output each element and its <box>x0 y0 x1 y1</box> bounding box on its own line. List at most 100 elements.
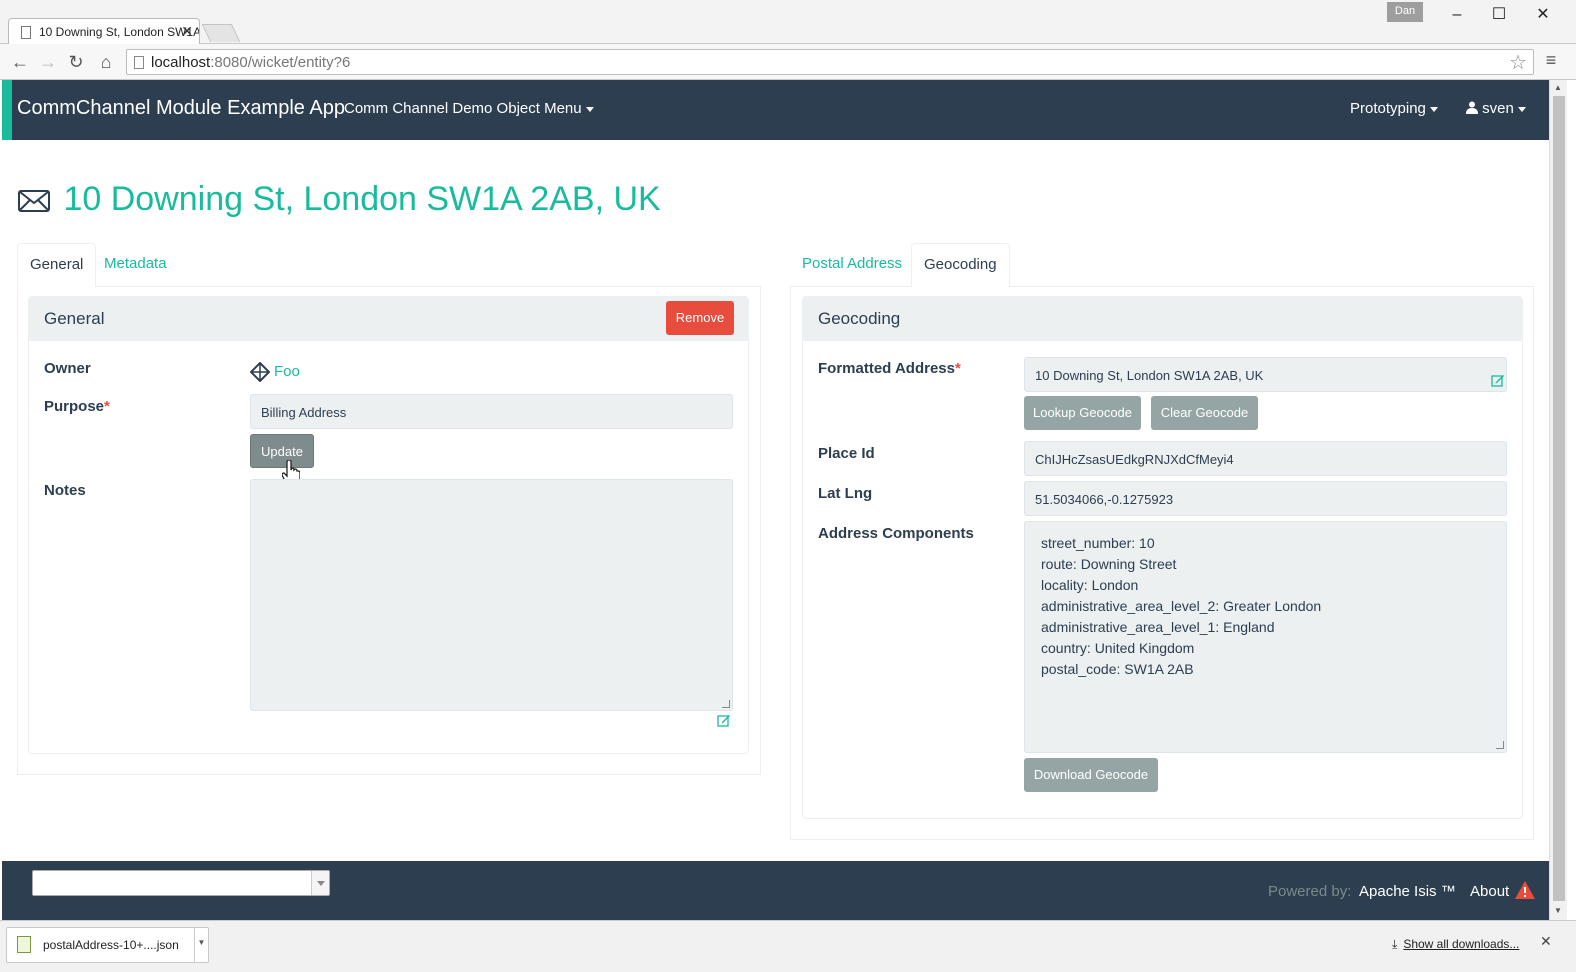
required-marker: * <box>104 398 110 415</box>
download-geocode-button[interactable]: Download Geocode <box>1024 758 1158 792</box>
download-item[interactable]: postalAddress-10+....json ▼ <box>6 927 209 963</box>
edit-icon[interactable] <box>1491 373 1505 387</box>
browser-menu-icon[interactable]: ≡ <box>1540 50 1562 74</box>
page-icon <box>21 26 31 39</box>
address-bar[interactable]: localhost:8080/wicket/entity?6 ☆ <box>126 49 1534 75</box>
user-menu-label: sven <box>1482 100 1514 117</box>
minimize-button[interactable]: – <box>1434 3 1480 27</box>
geocoding-panel-title: Geocoding <box>818 309 901 328</box>
tab-geocoding[interactable]: Geocoding <box>911 243 1010 288</box>
bookmark-star-icon[interactable]: ☆ <box>1509 50 1527 75</box>
edit-icon[interactable] <box>717 713 731 727</box>
show-all-downloads-link[interactable]: ⤓ Show all downloads... <box>1392 937 1519 952</box>
app-footer: Powered by: Apache Isis ™ About <box>2 861 1549 920</box>
profile-badge[interactable]: Dan <box>1387 2 1423 22</box>
lat-lng-field[interactable]: 51.5034066,-0.1275923 <box>1024 481 1507 516</box>
purpose-field[interactable]: Billing Address <box>250 394 733 429</box>
address-component-line: street_number: 10 <box>1041 535 1155 551</box>
formatted-address-label-text: Formatted Address <box>818 360 955 377</box>
purpose-label-text: Purpose <box>44 398 105 415</box>
left-tab-bar: General Metadata <box>17 243 761 288</box>
general-panel-title: General <box>44 309 105 328</box>
caret-down-icon <box>1429 106 1438 112</box>
url-host: localhost <box>151 54 211 71</box>
forward-arrow-icon[interactable]: → <box>36 50 60 74</box>
json-file-icon <box>17 936 31 953</box>
geocoding-panel-header: Geocoding <box>803 297 1522 341</box>
purpose-label: Purpose* <box>44 398 110 415</box>
address-component-line: locality: London <box>1041 577 1139 593</box>
prototyping-menu[interactable]: Prototyping <box>1350 100 1438 117</box>
required-marker: * <box>954 360 961 377</box>
browser-toolbar: ← → ↻ ⌂ localhost:8080/wicket/entity?6 ☆… <box>0 44 1576 80</box>
page-info-icon[interactable] <box>134 56 144 69</box>
right-tab-bar: Postal Address Geocoding <box>790 243 1534 288</box>
demo-object-menu[interactable]: Comm Channel Demo Object Menu <box>344 100 594 117</box>
owner-entity-icon <box>250 362 270 382</box>
tab-postal-address[interactable]: Postal Address <box>790 243 914 287</box>
prototyping-menu-label: Prototyping <box>1350 100 1426 117</box>
about-link[interactable]: About <box>1470 883 1509 900</box>
show-all-downloads-label: Show all downloads... <box>1403 937 1520 951</box>
tab-close-icon[interactable]: ✕ <box>181 23 193 40</box>
page-title-text: 10 Downing St, London SW1A 2AB, UK <box>63 180 661 218</box>
place-id-label: Place Id <box>818 445 875 462</box>
caret-down-icon <box>1517 106 1526 112</box>
page-scrollbar[interactable]: ▲ ▼ <box>1549 80 1567 920</box>
address-component-line: country: United Kingdom <box>1041 640 1195 656</box>
owner-link[interactable]: Foo <box>274 363 300 380</box>
demo-object-menu-label: Comm Channel Demo Object Menu <box>344 100 582 117</box>
resize-handle-icon[interactable] <box>1496 741 1504 749</box>
url-path: :8080/wicket/entity?6 <box>210 54 351 71</box>
download-bar: postalAddress-10+....json ▼ ⤓ Show all do… <box>0 920 1576 972</box>
address-components-label: Address Components <box>818 525 974 542</box>
back-arrow-icon[interactable]: ← <box>8 50 32 74</box>
scrollbar-thumb[interactable] <box>1553 96 1565 901</box>
address-component-line: postal_code: SW1A 2AB <box>1041 661 1194 677</box>
new-tab-button[interactable] <box>201 24 241 42</box>
apache-isis-link[interactable]: Apache Isis ™ <box>1359 883 1456 900</box>
clear-geocode-button[interactable]: Clear Geocode <box>1151 396 1258 430</box>
reload-icon[interactable]: ↻ <box>64 50 88 74</box>
download-file-name: postalAddress-10+....json <box>43 938 179 952</box>
maximize-button[interactable]: ☐ <box>1476 3 1522 27</box>
scroll-up-icon[interactable]: ▲ <box>1554 83 1562 92</box>
user-menu[interactable]: sven <box>1466 100 1526 117</box>
page-title: 10 Downing St, London SW1A 2AB, UK <box>18 180 661 219</box>
formatted-address-label: Formatted Address* <box>818 360 961 377</box>
resize-handle-icon[interactable] <box>722 700 730 708</box>
address-component-line: route: Downing Street <box>1041 556 1177 572</box>
download-icon: ⤓ <box>1392 937 1398 951</box>
tab-metadata[interactable]: Metadata <box>92 243 179 287</box>
tab-general[interactable]: General <box>17 243 97 288</box>
owner-label: Owner <box>44 360 91 377</box>
app-navbar: CommChannel Module Example App Comm Chan… <box>2 80 1549 140</box>
footer-select[interactable] <box>32 870 330 896</box>
download-options-icon[interactable]: ▼ <box>194 928 208 962</box>
remove-button[interactable]: Remove <box>666 301 734 335</box>
app-brand[interactable]: CommChannel Module Example App <box>17 97 345 120</box>
tab-title: 10 Downing St, London SW1A 2AB, UK <box>39 25 200 39</box>
close-download-bar-icon[interactable]: ✕ <box>1540 933 1552 950</box>
lat-lng-label: Lat Lng <box>818 485 873 502</box>
lookup-geocode-button[interactable]: Lookup Geocode <box>1024 396 1141 430</box>
formatted-address-field[interactable]: 10 Downing St, London SW1A 2AB, UK <box>1024 357 1507 392</box>
browser-tab[interactable]: 10 Downing St, London SW1A 2AB, UK ✕ <box>8 18 200 45</box>
notes-label: Notes <box>44 482 86 499</box>
general-panel-header: General Remove <box>29 297 748 341</box>
scroll-down-icon[interactable]: ▼ <box>1554 906 1562 915</box>
browser-titlebar: 10 Downing St, London SW1A 2AB, UK ✕ Dan… <box>0 0 1576 45</box>
address-component-line: administrative_area_level_2: Greater Lon… <box>1041 598 1322 614</box>
close-window-button[interactable]: ✕ <box>1520 3 1566 27</box>
dropdown-arrow-icon[interactable] <box>311 871 329 895</box>
place-id-field[interactable]: ChIJHcZsasUEdkgRNJXdCfMeyi4 <box>1024 441 1507 476</box>
user-icon <box>1466 101 1478 114</box>
notes-textarea[interactable] <box>250 479 733 711</box>
envelope-icon <box>18 190 50 213</box>
warning-icon[interactable] <box>1514 880 1536 900</box>
address-component-line: administrative_area_level_1: England <box>1041 619 1275 635</box>
address-components-textarea[interactable]: street_number: 10 route: Downing Street … <box>1024 521 1507 753</box>
caret-down-icon <box>585 106 594 112</box>
home-icon[interactable]: ⌂ <box>94 50 118 74</box>
powered-by-label: Powered by: <box>1268 883 1352 900</box>
